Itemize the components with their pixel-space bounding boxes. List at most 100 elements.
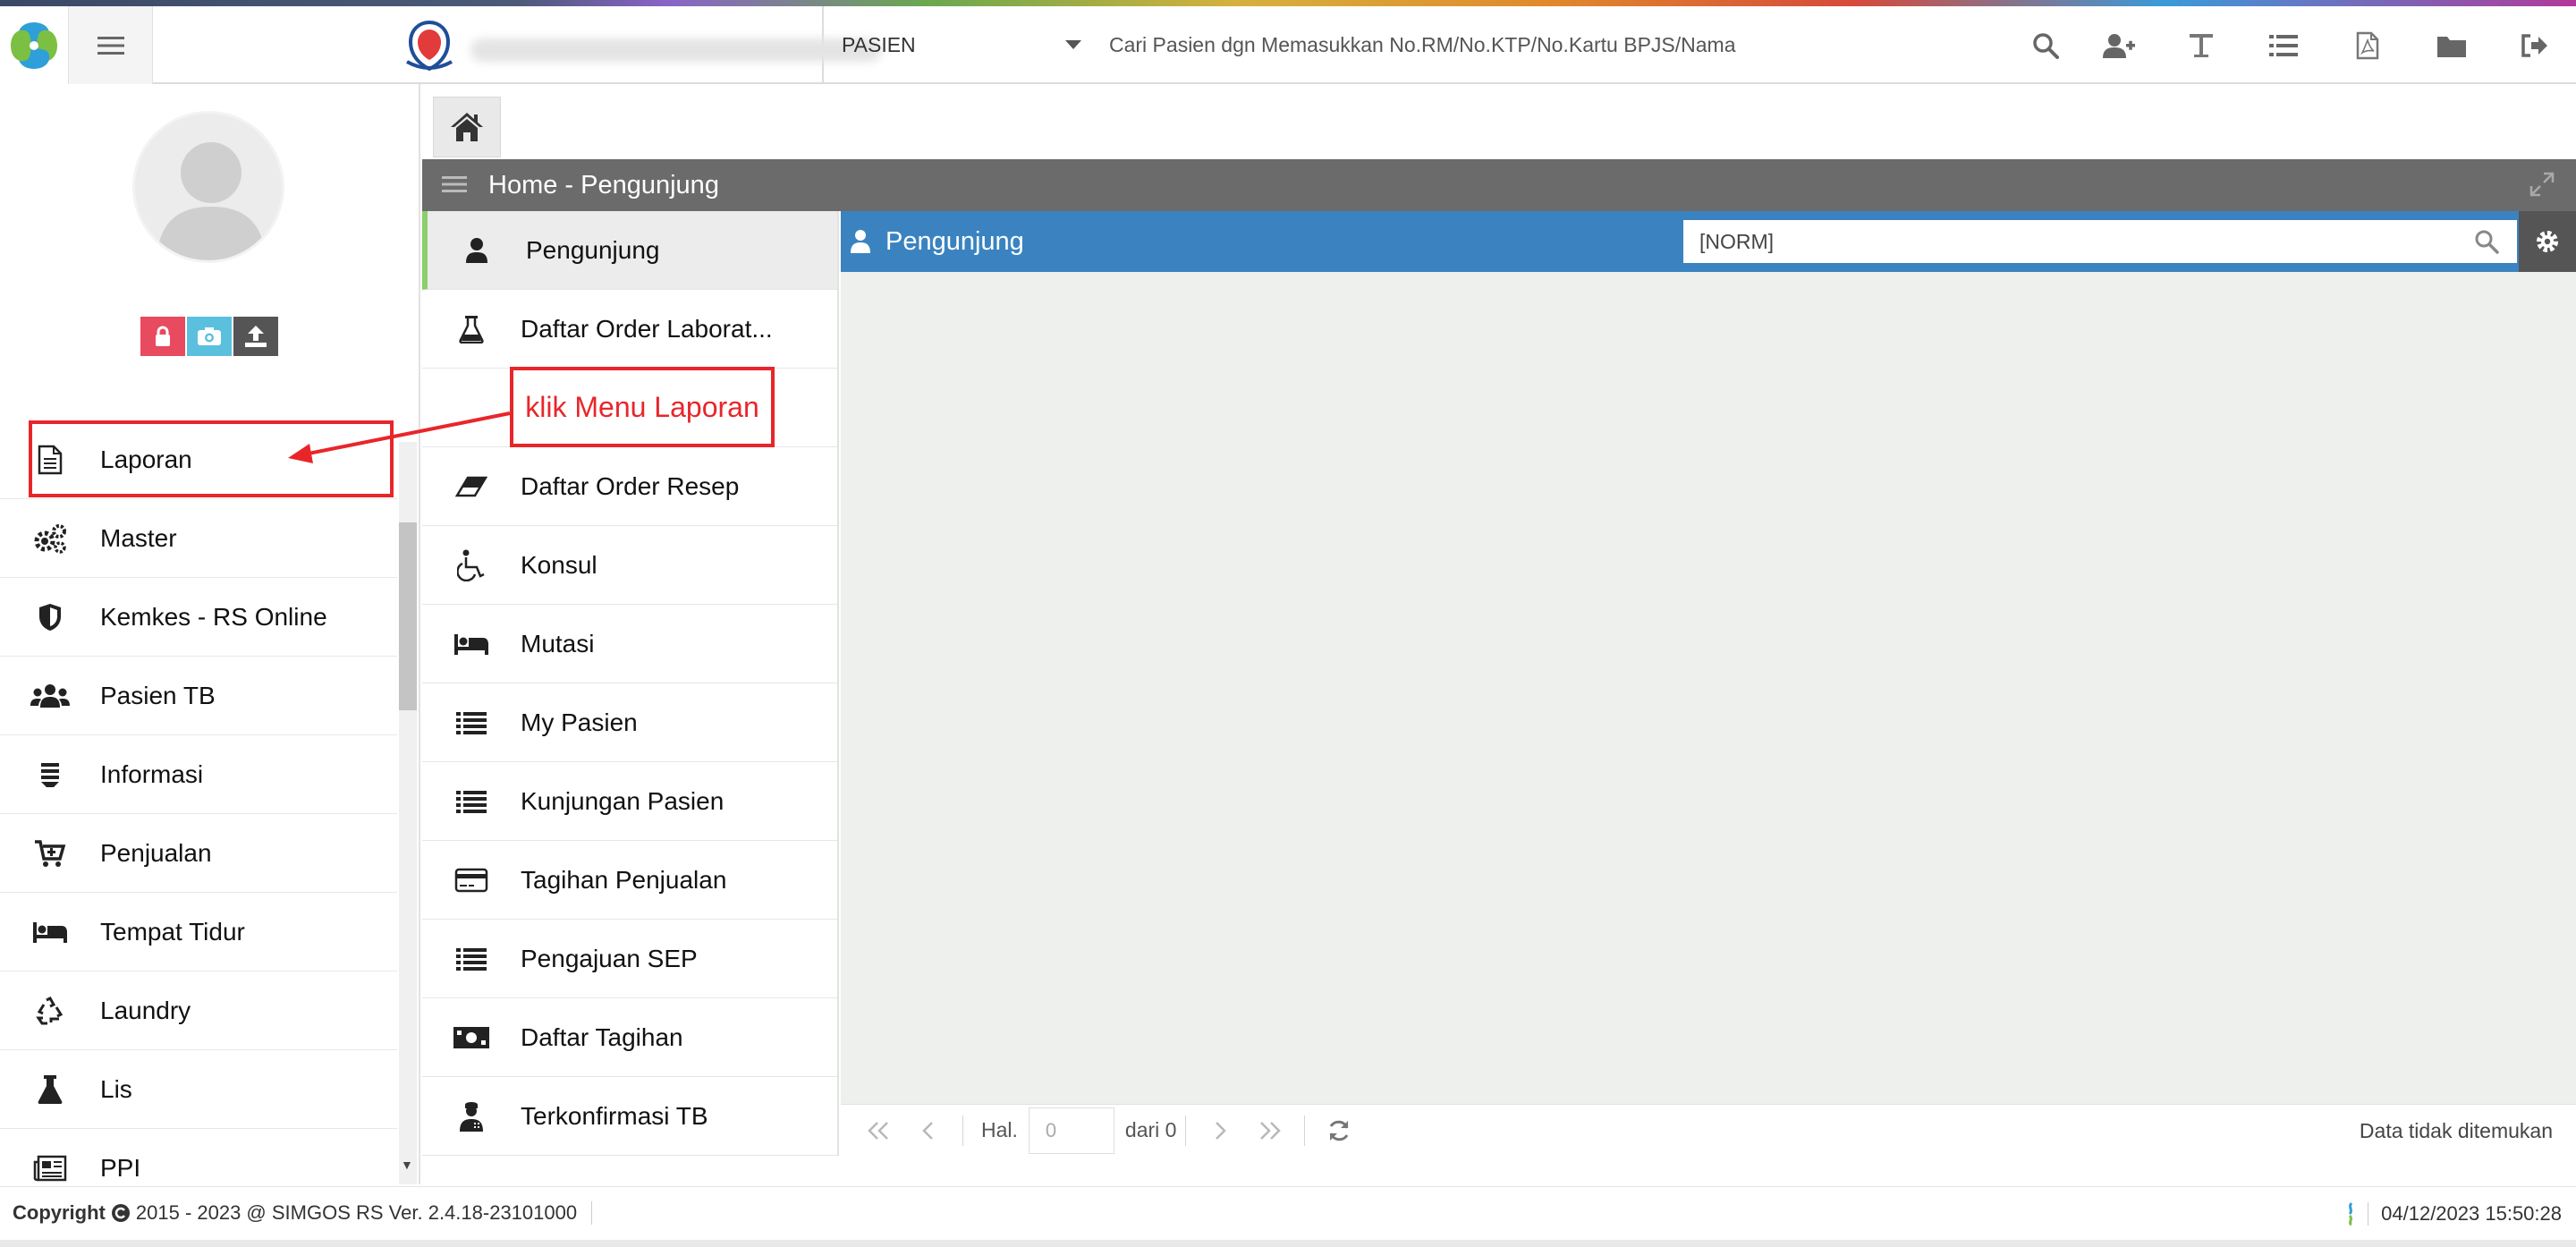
sidebar-item-laundry[interactable]: Laundry [0, 971, 397, 1050]
submenu-item-konsul[interactable]: Konsul [422, 526, 837, 605]
refresh-button[interactable] [1314, 1105, 1364, 1157]
panel-header: Home - Pengunjung [422, 159, 2576, 211]
panel-title: Home - Pengunjung [488, 170, 719, 199]
add-patient-button[interactable] [2077, 6, 2160, 84]
panel-menu-icon[interactable] [442, 174, 467, 194]
sidebar-item-penjualan[interactable]: Penjualan [0, 814, 397, 893]
search-type-select[interactable]: PASIEN [824, 6, 1101, 84]
submenu-item-tagihan-penjualan[interactable]: Tagihan Penjualan [422, 841, 837, 920]
submenu-item-mutasi[interactable]: Mutasi [422, 605, 837, 683]
submenu-item-pengajuan-sep[interactable]: Pengajuan SEP [422, 920, 837, 998]
search-icon [2032, 32, 2059, 59]
pager-status: Data tidak ditemukan [2359, 1119, 2553, 1142]
folder-button[interactable] [2410, 6, 2493, 84]
sidebar-item-lis[interactable]: Lis [0, 1050, 397, 1129]
list-icon [456, 711, 487, 734]
submenu-item-daftar-order-resep[interactable]: Daftar Order Resep [422, 447, 837, 526]
sidebar-scrollbar[interactable] [399, 442, 417, 1184]
main-panel: Pengunjung Hal. dari 0 Data tidak ditemu… [841, 211, 2576, 1156]
first-page-button[interactable] [853, 1105, 903, 1157]
submenu-item-daftar-tagihan[interactable]: Daftar Tagihan [422, 998, 837, 1077]
avatar-actions [140, 317, 278, 356]
app-logo[interactable] [0, 6, 68, 84]
footer-datetime: 04/12/2023 15:50:28 [2381, 1202, 2562, 1225]
annotation-callout: klik Menu Laporan [510, 367, 775, 447]
submenu-item-label: Konsul [521, 550, 597, 579]
submenu-item-label: Pengunjung [526, 235, 660, 264]
bottom-edge [0, 1240, 2576, 1247]
pagination-bar: Hal. dari 0 Data tidak ditemukan [841, 1104, 2576, 1156]
lock-icon [156, 326, 170, 346]
logout-button[interactable] [2492, 6, 2575, 84]
upload-button[interactable] [233, 317, 278, 356]
sidebar-item-tempat-tidur[interactable]: Tempat Tidur [0, 893, 397, 971]
search-type-value: PASIEN [842, 33, 916, 56]
user-medical-icon [460, 1101, 483, 1132]
avatar[interactable] [132, 111, 284, 263]
list-button[interactable] [2241, 6, 2325, 84]
expand-icon[interactable] [2529, 172, 2555, 197]
annotation-callout-text: klik Menu Laporan [525, 390, 759, 423]
text-icon [2189, 33, 2213, 57]
flask-icon [38, 1074, 63, 1104]
next-page-button[interactable] [1195, 1105, 1245, 1157]
search-button[interactable] [2004, 6, 2087, 84]
sign-out-icon [2521, 33, 2547, 57]
sidebar-item-label: Penjualan [100, 838, 212, 867]
home-icon [451, 113, 483, 141]
chevron-left-icon [922, 1121, 933, 1140]
sidebar-item-informasi[interactable]: Informasi [0, 735, 397, 814]
user-silhouette-icon [157, 142, 266, 260]
search-icon[interactable] [2474, 229, 2499, 254]
upload-icon [245, 326, 267, 347]
shield-icon [39, 603, 61, 631]
page-label: Hal. [981, 1118, 1018, 1141]
info-list-icon [41, 762, 59, 787]
gear-icon [2537, 231, 2558, 252]
divider [591, 1200, 593, 1225]
home-tab[interactable] [433, 97, 501, 157]
submenu-item-daftar-order-laboratorium[interactable]: Daftar Order Laborat... [422, 290, 837, 369]
submenu-item-label: Pengajuan SEP [521, 944, 698, 972]
page-number-input[interactable] [1028, 1107, 1114, 1154]
list-icon [456, 790, 487, 813]
submenu-item-label: Daftar Order Resep [521, 471, 740, 500]
simgos-logo-icon [9, 20, 59, 71]
norm-search-input[interactable] [1683, 220, 2517, 263]
submenu-item-label: Tagihan Penjualan [521, 865, 727, 894]
user-icon [466, 237, 487, 263]
prev-page-button[interactable] [903, 1105, 953, 1157]
cart-icon [35, 839, 66, 867]
copyright-text: 2015 - 2023 @ SIMGOS RS Ver. 2.4.18-2310… [135, 1200, 578, 1224]
sidebar-item-label: Laundry [100, 996, 191, 1024]
list-icon [2268, 34, 2298, 56]
sidebar-item-kemkes-rs-online[interactable]: Kemkes - RS Online [0, 578, 397, 657]
menu-toggle-button[interactable] [68, 6, 153, 84]
scrollbar-thumb[interactable] [399, 522, 417, 710]
submenu-item-my-pasien[interactable]: My Pasien [422, 683, 837, 762]
patient-search-input[interactable] [1109, 24, 1986, 66]
pdf-button[interactable] [2326, 6, 2409, 84]
top-color-strip [0, 0, 2576, 6]
settings-button[interactable] [2519, 211, 2576, 272]
submenu-item-kunjungan-pasien[interactable]: Kunjungan Pasien [422, 762, 837, 841]
sidebar-item-label: Pasien TB [100, 681, 216, 709]
sidebar-item-pasien-tb[interactable]: Pasien TB [0, 657, 397, 735]
last-page-button[interactable] [1245, 1105, 1295, 1157]
submenu-item-terkonfirmasi-tb[interactable]: Terkonfirmasi TB [422, 1077, 837, 1156]
divider [1185, 1115, 1187, 1146]
footer-right: 04/12/2023 15:50:28 [2346, 1201, 2562, 1226]
footer: Copyright 2015 - 2023 @ SIMGOS RS Ver. 2… [0, 1186, 2576, 1238]
scroll-down-arrow-icon[interactable]: ▼ [401, 1158, 413, 1172]
submenu-item-label: Daftar Tagihan [521, 1022, 683, 1051]
sidebar-item-master[interactable]: Master [0, 499, 397, 578]
lock-button[interactable] [140, 317, 185, 356]
text-button[interactable] [2159, 6, 2242, 84]
annotation-highlight-box [29, 420, 394, 497]
submenu-item-pengunjung[interactable]: Pengunjung [422, 211, 837, 290]
chevron-down-icon [1065, 40, 1081, 49]
hospital-brand [153, 6, 882, 84]
submenu-item-label: My Pasien [521, 708, 638, 736]
camera-button[interactable] [187, 317, 232, 356]
submenu-item-label: Daftar Order Laborat... [521, 314, 773, 343]
